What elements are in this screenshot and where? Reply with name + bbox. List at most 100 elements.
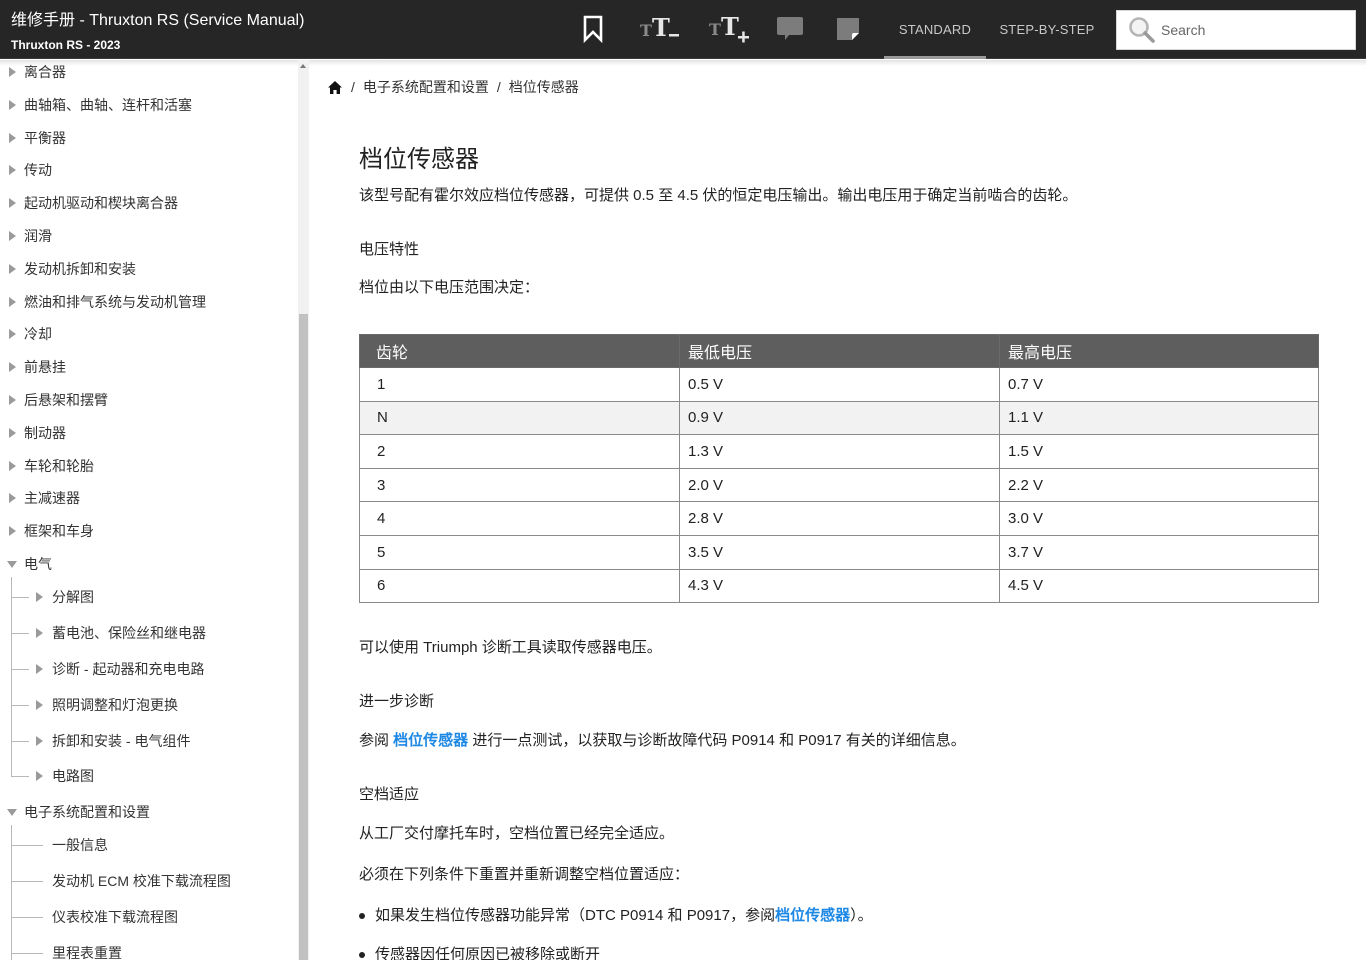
caret-right-icon[interactable] [9,493,16,503]
svg-text:T: T [709,20,721,39]
bookmark-button[interactable] [578,12,608,46]
caret-right-icon[interactable] [36,664,43,674]
tree-connector [11,705,29,706]
table-row: 2 1.3 V 1.5 V [359,434,1319,469]
sidebar-item-label: 冷却 [24,326,52,342]
sidebar-item-label: 一般信息 [52,837,108,853]
main-content: / 电子系统配置和设置 / 档位传感器 档位传感器 该型号配有霍尔效应档位传感器… [309,60,1366,960]
comment-button[interactable] [774,12,806,46]
note-button[interactable] [833,12,863,46]
caret-right-icon[interactable] [36,736,43,746]
tab-standard[interactable]: STANDARD [884,0,986,59]
sidebar-scrollbar[interactable] [298,60,309,960]
sidebar-subitem-general-info[interactable]: 一般信息 [52,833,108,857]
caret-right-icon[interactable] [9,231,16,241]
cell-max: 2.2 V [999,467,1319,503]
svg-text:T: T [640,21,652,40]
sidebar-subitem-ecm-calibration[interactable]: 发动机 ECM 校准下载流程图 [52,869,231,893]
sidebar-item-transmission[interactable]: 传动 [0,158,52,182]
table-row: 1 0.5 V 0.7 V [359,367,1319,402]
sidebar-item-fuel-exhaust[interactable]: 燃油和排气系统与发动机管理 [0,290,206,314]
sidebar-item-crankcase[interactable]: 曲轴箱、曲轴、连杆和活塞 [0,93,192,117]
search-input[interactable] [1161,12,1355,48]
sidebar-item-cooling[interactable]: 冷却 [0,322,52,346]
gear-sensor-link[interactable]: 档位传感器 [775,905,850,927]
caret-right-icon[interactable] [36,628,43,638]
sidebar-item-lubrication[interactable]: 润滑 [0,224,52,248]
sidebar-item-label: 电子系统配置和设置 [24,804,150,820]
breadcrumb: / 电子系统配置和设置 / 档位传感器 [327,77,579,97]
bookmark-icon [583,15,603,43]
caret-right-icon[interactable] [36,592,43,602]
sidebar-item-label: 曲轴箱、曲轴、连杆和活塞 [24,97,192,113]
cell-max: 0.7 V [999,367,1319,402]
sidebar-item-final-drive[interactable]: 主减速器 [0,486,80,510]
caret-right-icon[interactable] [9,67,16,77]
cell-min: 2.8 V [679,501,1000,536]
caret-right-icon[interactable] [9,198,16,208]
text: 进行一点测试，以获取与诊断故障代码 P0914 和 P0917 有关的详细信息。 [468,732,966,749]
list-item: 传感器因任何原因已被移除或断开 [359,944,600,960]
caret-right-icon[interactable] [36,771,43,781]
home-icon[interactable] [327,80,343,95]
sidebar-item-label: 润滑 [24,228,52,244]
app-subtitle: Thruxton RS - 2023 [11,38,121,52]
caret-right-icon[interactable] [9,395,16,405]
sidebar-subitem-wiring-diagram[interactable]: 电路图 [36,764,94,788]
caret-right-icon[interactable] [9,100,16,110]
sidebar-item-frame-body[interactable]: 框架和车身 [0,519,94,543]
sidebar-subitem-instrument-calibration[interactable]: 仪表校准下载流程图 [52,905,178,929]
neutral-paragraph-1: 从工厂交付摩托车时，空档位置已经完全适应。 [359,825,675,842]
sidebar-item-starter-drive[interactable]: 起动机驱动和楔块离合器 [0,191,178,215]
caret-right-icon[interactable] [9,297,16,307]
caret-right-icon[interactable] [9,461,16,471]
tab-step-by-step[interactable]: STEP-BY-STEP [996,0,1098,59]
caret-down-icon[interactable] [7,808,17,816]
intro-paragraph: 该型号配有霍尔效应档位传感器，可提供 0.5 至 4.5 伏的恒定电压输出。输出… [359,187,1078,204]
svg-text:T: T [721,13,739,41]
breadcrumb-separator: / [351,79,355,95]
cell-max: 3.7 V [999,534,1319,570]
caret-right-icon[interactable] [9,165,16,175]
breadcrumb-link[interactable]: 电子系统配置和设置 [363,77,489,97]
sidebar-item-rear-suspension[interactable]: 后悬架和摆臂 [0,388,108,412]
caret-right-icon[interactable] [9,362,16,372]
sidebar-item-engine-removal[interactable]: 发动机拆卸和安装 [0,257,136,281]
caret-right-icon[interactable] [36,700,43,710]
neutral-paragraph-2: 必须在下列条件下重置并重新调整空档位置适应： [359,866,690,883]
tree-connector [11,776,29,777]
text-smaller-button[interactable]: T T [637,12,683,46]
column-header-max-voltage: 最高电压 [999,334,1319,368]
caret-right-icon[interactable] [9,428,16,438]
scrollbar-thumb[interactable] [299,314,308,960]
sidebar-item-label: 传动 [24,162,52,178]
caret-right-icon[interactable] [9,133,16,143]
sidebar-item-electrical[interactable]: 电气 [0,552,52,576]
caret-right-icon[interactable] [9,526,16,536]
sidebar-subitem-battery-fuses[interactable]: 蓄电池、保险丝和继电器 [36,621,206,645]
tree-connector [11,953,43,954]
sidebar-subitem-exploded-view[interactable]: 分解图 [36,585,94,609]
text-larger-button[interactable]: T T [706,12,754,46]
caret-right-icon[interactable] [9,264,16,274]
scroll-up-arrow-icon[interactable] [300,64,306,68]
sidebar-subitem-removal-electrical[interactable]: 拆卸和安装 - 电气组件 [36,729,190,753]
gear-sensor-link[interactable]: 档位传感器 [393,732,468,749]
caret-down-icon[interactable] [7,560,17,568]
sidebar-item-front-suspension[interactable]: 前悬挂 [0,355,66,379]
sidebar-item-label: 主减速器 [24,490,80,506]
tree-connector [11,881,43,882]
sidebar-item-balancer[interactable]: 平衡器 [0,126,66,150]
sidebar-subitem-diagnosis-starter[interactable]: 诊断 - 起动器和充电电路 [36,657,204,681]
sidebar-subitem-odometer-reset[interactable]: 里程表重置 [52,941,122,960]
sidebar-item-clutch[interactable]: 离合器 [0,60,66,84]
sidebar-item-brakes[interactable]: 制动器 [0,421,66,445]
search-icon[interactable] [1127,15,1157,45]
sidebar-item-label: 车轮和轮胎 [24,458,94,474]
sidebar-item-label: 框架和车身 [24,523,94,539]
sidebar-item-electronic-config[interactable]: 电子系统配置和设置 [0,800,150,824]
caret-right-icon[interactable] [9,329,16,339]
table-header-row: 齿轮 最低电压 最高电压 [359,334,1319,368]
sidebar-item-wheels-tyres[interactable]: 车轮和轮胎 [0,454,94,478]
sidebar-subitem-lighting[interactable]: 照明调整和灯泡更换 [36,693,178,717]
